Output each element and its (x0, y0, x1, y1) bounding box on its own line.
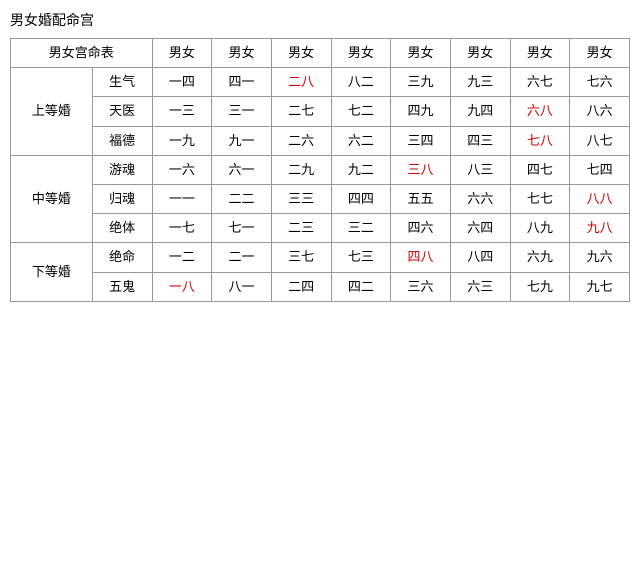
data-cell: 二八 (271, 68, 331, 97)
header-col1: 男女 (152, 39, 212, 68)
grade-cell: 上等婚 (11, 68, 93, 156)
data-cell: 四一 (212, 68, 272, 97)
data-cell: 九八 (570, 214, 630, 243)
data-cell: 九三 (450, 68, 510, 97)
data-cell: 一七 (152, 214, 212, 243)
data-cell: 六二 (331, 126, 391, 155)
data-cell: 六四 (450, 214, 510, 243)
sub-category-cell: 归魂 (92, 184, 152, 213)
data-cell: 七八 (510, 126, 570, 155)
data-cell: 一二 (152, 243, 212, 272)
data-cell: 四七 (510, 155, 570, 184)
sub-category-cell: 福德 (92, 126, 152, 155)
data-cell: 二二 (212, 184, 272, 213)
data-cell: 七三 (331, 243, 391, 272)
table-body: 上等婚生气一四四一二八八二三九九三六七七六天医一三三一二七七二四九九四六八八六福… (11, 68, 630, 302)
data-cell: 八一 (212, 272, 272, 301)
data-cell: 四四 (331, 184, 391, 213)
data-cell: 八四 (450, 243, 510, 272)
sub-category-cell: 绝命 (92, 243, 152, 272)
data-cell: 三一 (212, 97, 272, 126)
data-cell: 四九 (391, 97, 451, 126)
data-cell: 四三 (450, 126, 510, 155)
data-cell: 一三 (152, 97, 212, 126)
data-cell: 九四 (450, 97, 510, 126)
data-cell: 二四 (271, 272, 331, 301)
data-cell: 七九 (510, 272, 570, 301)
data-cell: 八八 (570, 184, 630, 213)
data-cell: 一八 (152, 272, 212, 301)
data-cell: 九一 (212, 126, 272, 155)
data-cell: 九七 (570, 272, 630, 301)
header-col4: 男女 (331, 39, 391, 68)
data-cell: 八九 (510, 214, 570, 243)
table-row: 中等婚游魂一六六一二九九二三八八三四七七四 (11, 155, 630, 184)
header-col2: 男女 (212, 39, 272, 68)
data-cell: 一六 (152, 155, 212, 184)
grade-cell: 中等婚 (11, 155, 93, 243)
data-cell: 八七 (570, 126, 630, 155)
data-cell: 二九 (271, 155, 331, 184)
header-row: 男女宫命表 男女 男女 男女 男女 男女 男女 男女 男女 (11, 39, 630, 68)
data-cell: 二三 (271, 214, 331, 243)
data-cell: 二一 (212, 243, 272, 272)
data-cell: 六三 (450, 272, 510, 301)
table-row: 上等婚生气一四四一二八八二三九九三六七七六 (11, 68, 630, 97)
data-cell: 三四 (391, 126, 451, 155)
data-cell: 一四 (152, 68, 212, 97)
data-cell: 六八 (510, 97, 570, 126)
data-cell: 四二 (331, 272, 391, 301)
data-cell: 五五 (391, 184, 451, 213)
data-cell: 一九 (152, 126, 212, 155)
table-row: 绝体一七七一二三三二四六六四八九九八 (11, 214, 630, 243)
sub-category-cell: 天医 (92, 97, 152, 126)
data-cell: 二七 (271, 97, 331, 126)
data-cell: 九六 (570, 243, 630, 272)
data-cell: 八三 (450, 155, 510, 184)
data-cell: 六七 (510, 68, 570, 97)
data-cell: 一一 (152, 184, 212, 213)
table-row: 归魂一一二二三三四四五五六六七七八八 (11, 184, 630, 213)
header-col6: 男女 (450, 39, 510, 68)
data-cell: 八六 (570, 97, 630, 126)
table-row: 五鬼一八八一二四四二三六六三七九九七 (11, 272, 630, 301)
data-cell: 三六 (391, 272, 451, 301)
sub-category-cell: 游魂 (92, 155, 152, 184)
data-cell: 四六 (391, 214, 451, 243)
data-cell: 四八 (391, 243, 451, 272)
header-col5: 男女 (391, 39, 451, 68)
data-cell: 二六 (271, 126, 331, 155)
data-cell: 八二 (331, 68, 391, 97)
data-cell: 三八 (391, 155, 451, 184)
header-col3: 男女 (271, 39, 331, 68)
data-cell: 六九 (510, 243, 570, 272)
main-table: 男女宫命表 男女 男女 男女 男女 男女 男女 男女 男女 上等婚生气一四四一二… (10, 38, 630, 302)
table-row: 福德一九九一二六六二三四四三七八八七 (11, 126, 630, 155)
sub-category-cell: 五鬼 (92, 272, 152, 301)
header-col7: 男女 (510, 39, 570, 68)
data-cell: 三九 (391, 68, 451, 97)
header-col8: 男女 (570, 39, 630, 68)
data-cell: 七七 (510, 184, 570, 213)
header-col0: 男女宫命表 (11, 39, 153, 68)
data-cell: 三三 (271, 184, 331, 213)
data-cell: 七一 (212, 214, 272, 243)
grade-cell: 下等婚 (11, 243, 93, 301)
page-title: 男女婚配命宫 (10, 10, 630, 30)
data-cell: 三二 (331, 214, 391, 243)
data-cell: 七六 (570, 68, 630, 97)
data-cell: 七二 (331, 97, 391, 126)
sub-category-cell: 生气 (92, 68, 152, 97)
data-cell: 三七 (271, 243, 331, 272)
data-cell: 七四 (570, 155, 630, 184)
data-cell: 六一 (212, 155, 272, 184)
table-row: 下等婚绝命一二二一三七七三四八八四六九九六 (11, 243, 630, 272)
data-cell: 六六 (450, 184, 510, 213)
table-row: 天医一三三一二七七二四九九四六八八六 (11, 97, 630, 126)
data-cell: 九二 (331, 155, 391, 184)
sub-category-cell: 绝体 (92, 214, 152, 243)
